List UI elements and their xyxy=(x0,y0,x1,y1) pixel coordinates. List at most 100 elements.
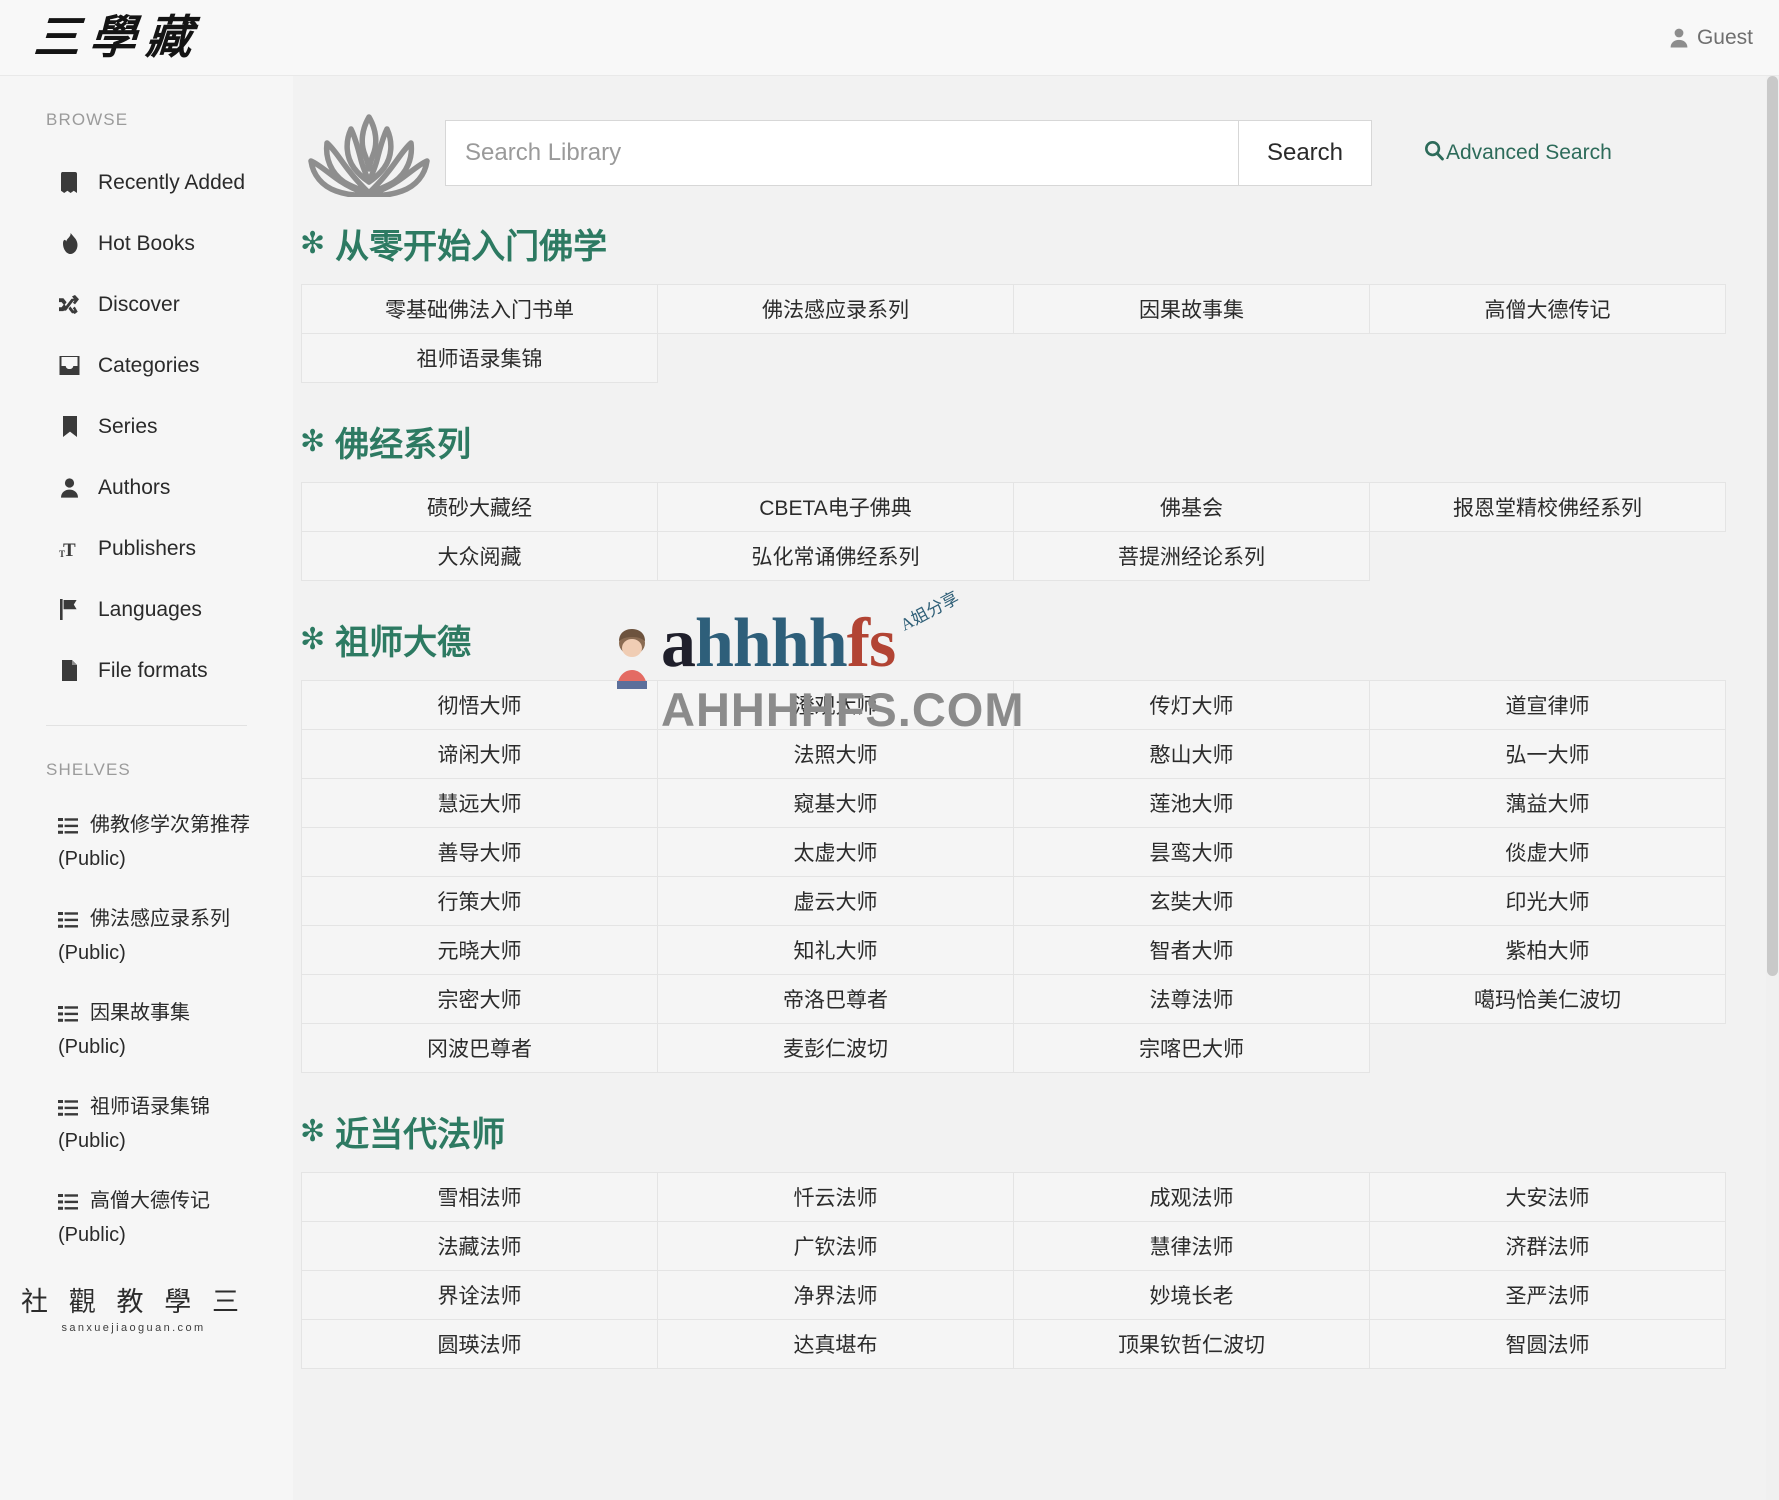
grid-cell[interactable]: 顶果钦哲仁波切 xyxy=(1013,1319,1370,1369)
sidebar-item-recently-added[interactable]: Recently Added xyxy=(0,152,293,213)
fire-icon xyxy=(58,233,81,254)
grid-cell[interactable]: 报恩堂精校佛经系列 xyxy=(1369,482,1726,532)
bookmark-icon xyxy=(58,416,81,437)
grid-cell[interactable]: 法藏法师 xyxy=(301,1221,658,1271)
grid-cell[interactable]: 大众阅藏 xyxy=(301,531,658,581)
search-row: Search Advanced Search xyxy=(293,76,1746,197)
grid-cell[interactable]: 宗密大师 xyxy=(301,974,658,1024)
shelf-item-2[interactable]: 因果故事集 (Public) xyxy=(0,998,293,1063)
list-icon xyxy=(58,907,78,938)
grid-cell[interactable]: 憨山大师 xyxy=(1013,729,1370,779)
sidebar-item-languages[interactable]: Languages xyxy=(0,579,293,640)
grid-cell[interactable]: 雪相法师 xyxy=(301,1172,658,1222)
sidebar-item-series[interactable]: Series xyxy=(0,396,293,457)
grid-cell[interactable]: 忏云法师 xyxy=(657,1172,1014,1222)
sidebar-item-hot-books[interactable]: Hot Books xyxy=(0,213,293,274)
grid-cell[interactable]: 善导大师 xyxy=(301,827,658,877)
grid-cell[interactable]: 弘化常诵佛经系列 xyxy=(657,531,1014,581)
grid-cell[interactable]: 知礼大师 xyxy=(657,925,1014,975)
grid-cell[interactable]: 噶玛恰美仁波切 xyxy=(1369,974,1726,1024)
user-menu[interactable]: Guest xyxy=(1669,26,1753,50)
grid-cell[interactable]: 智者大师 xyxy=(1013,925,1370,975)
sidebar-item-categories[interactable]: Categories xyxy=(0,335,293,396)
sidebar-item-authors[interactable]: Authors xyxy=(0,457,293,518)
grid-cell[interactable]: CBETA电子佛典 xyxy=(657,482,1014,532)
section-sutra-series: ✻ 佛经系列 碛砂大藏经 CBETA电子佛典 佛基会 报恩堂精校佛经系列 大众阅… xyxy=(293,417,1746,581)
shelf-item-4[interactable]: 高僧大德传记 (Public) xyxy=(0,1186,293,1251)
grid-cell[interactable]: 成观法师 xyxy=(1013,1172,1370,1222)
advanced-search-label: Advanced Search xyxy=(1446,141,1612,165)
grid-cell[interactable]: 蕅益大师 xyxy=(1369,778,1726,828)
grid-cell[interactable]: 零基础佛法入门书单 xyxy=(301,284,658,334)
grid-cell[interactable]: 净界法师 xyxy=(657,1270,1014,1320)
sidebar-item-publishers[interactable]: TT Publishers xyxy=(0,518,293,579)
shelf-item-1[interactable]: 佛法感应录系列 (Public) xyxy=(0,904,293,969)
grid-cell[interactable]: 道宣律师 xyxy=(1369,680,1726,730)
grid-cell[interactable]: 倓虚大师 xyxy=(1369,827,1726,877)
grid-cell[interactable]: 玄奘大师 xyxy=(1013,876,1370,926)
grid-cell[interactable]: 法尊法师 xyxy=(1013,974,1370,1024)
footer-logo-cn: 社 觀 教 學 三 xyxy=(0,1280,267,1319)
search-button[interactable]: Search xyxy=(1238,120,1372,186)
grid-cell[interactable]: 慧远大师 xyxy=(301,778,658,828)
grid-cell[interactable]: 佛基会 xyxy=(1013,482,1370,532)
asterisk-icon: ✻ xyxy=(300,1117,325,1147)
grid-cell[interactable]: 莲池大师 xyxy=(1013,778,1370,828)
grid-cell[interactable]: 彻悟大师 xyxy=(301,680,658,730)
section-grid: 雪相法师 忏云法师 成观法师 大安法师 法藏法师 广钦法师 慧律法师 济群法师 … xyxy=(302,1173,1730,1369)
grid-cell[interactable]: 慧律法师 xyxy=(1013,1221,1370,1271)
grid-cell[interactable]: 圆瑛法师 xyxy=(301,1319,658,1369)
grid-cell[interactable]: 圣严法师 xyxy=(1369,1270,1726,1320)
grid-cell[interactable]: 祖师语录集锦 xyxy=(301,333,658,383)
sidebar: BROWSE Recently Added Hot Books Discover xyxy=(0,76,293,1500)
grid-cell[interactable]: 高僧大德传记 xyxy=(1369,284,1726,334)
grid-cell[interactable]: 广钦法师 xyxy=(657,1221,1014,1271)
shelf-item-3[interactable]: 祖师语录集锦 (Public) xyxy=(0,1092,293,1157)
grid-cell[interactable]: 冈波巴尊者 xyxy=(301,1023,658,1073)
site-logo[interactable]: 三學藏 xyxy=(26,15,203,61)
search-input[interactable] xyxy=(445,120,1238,186)
grid-cell[interactable]: 法照大师 xyxy=(657,729,1014,779)
sidebar-item-file-formats[interactable]: File formats xyxy=(0,640,293,701)
grid-cell[interactable]: 界诠法师 xyxy=(301,1270,658,1320)
page-scrollbar[interactable] xyxy=(1766,76,1779,1500)
grid-cell[interactable]: 印光大师 xyxy=(1369,876,1726,926)
section-grid: 彻悟大师 澄观大师 传灯大师 道宣律师 谛闲大师 法照大师 憨山大师 弘一大师 … xyxy=(302,681,1730,1073)
shuffle-icon xyxy=(58,295,81,314)
grid-cell[interactable]: 窥基大师 xyxy=(657,778,1014,828)
grid-cell[interactable]: 济群法师 xyxy=(1369,1221,1726,1271)
section-title-label: 祖师大德 xyxy=(335,615,471,664)
grid-cell[interactable]: 传灯大师 xyxy=(1013,680,1370,730)
grid-cell[interactable]: 宗喀巴大师 xyxy=(1013,1023,1370,1073)
text-height-icon: TT xyxy=(58,538,81,559)
sidebar-item-discover[interactable]: Discover xyxy=(0,274,293,335)
grid-cell[interactable]: 太虚大师 xyxy=(657,827,1014,877)
footer-logo[interactable]: 社 觀 教 學 三 sanxuejiaoguan.com xyxy=(0,1280,293,1334)
shelf-item-0[interactable]: 佛教修学次第推荐 (Public) xyxy=(0,810,293,875)
scrollbar-thumb[interactable] xyxy=(1767,76,1778,976)
asterisk-icon: ✻ xyxy=(300,427,325,457)
grid-cell[interactable]: 菩提洲经论系列 xyxy=(1013,531,1370,581)
sidebar-item-label: Authors xyxy=(98,476,170,500)
grid-cell[interactable]: 谛闲大师 xyxy=(301,729,658,779)
grid-cell[interactable]: 因果故事集 xyxy=(1013,284,1370,334)
grid-cell[interactable]: 元晓大师 xyxy=(301,925,658,975)
grid-cell[interactable]: 紫柏大师 xyxy=(1369,925,1726,975)
grid-cell[interactable]: 昙鸾大师 xyxy=(1013,827,1370,877)
grid-cell[interactable]: 麦彭仁波切 xyxy=(657,1023,1014,1073)
grid-cell[interactable]: 佛法感应录系列 xyxy=(657,284,1014,334)
grid-cell[interactable]: 行策大师 xyxy=(301,876,658,926)
grid-cell[interactable]: 智圆法师 xyxy=(1369,1319,1726,1369)
grid-cell[interactable]: 妙境长老 xyxy=(1013,1270,1370,1320)
advanced-search-link[interactable]: Advanced Search xyxy=(1424,140,1612,167)
grid-cell[interactable]: 虚云大师 xyxy=(657,876,1014,926)
footer-logo-domain: sanxuejiaoguan.com xyxy=(0,1322,267,1334)
grid-cell[interactable]: 碛砂大藏经 xyxy=(301,482,658,532)
section-modern-masters: ✻ 近当代法师 雪相法师 忏云法师 成观法师 大安法师 法藏法师 广钦法师 慧律… xyxy=(293,1107,1746,1369)
grid-cell[interactable]: 弘一大师 xyxy=(1369,729,1726,779)
grid-cell[interactable]: 澄观大师 xyxy=(657,680,1014,730)
grid-cell[interactable]: 达真堪布 xyxy=(657,1319,1014,1369)
grid-cell[interactable]: 帝洛巴尊者 xyxy=(657,974,1014,1024)
section-title: ✻ 祖师大德 xyxy=(293,615,1746,664)
grid-cell[interactable]: 大安法师 xyxy=(1369,1172,1726,1222)
